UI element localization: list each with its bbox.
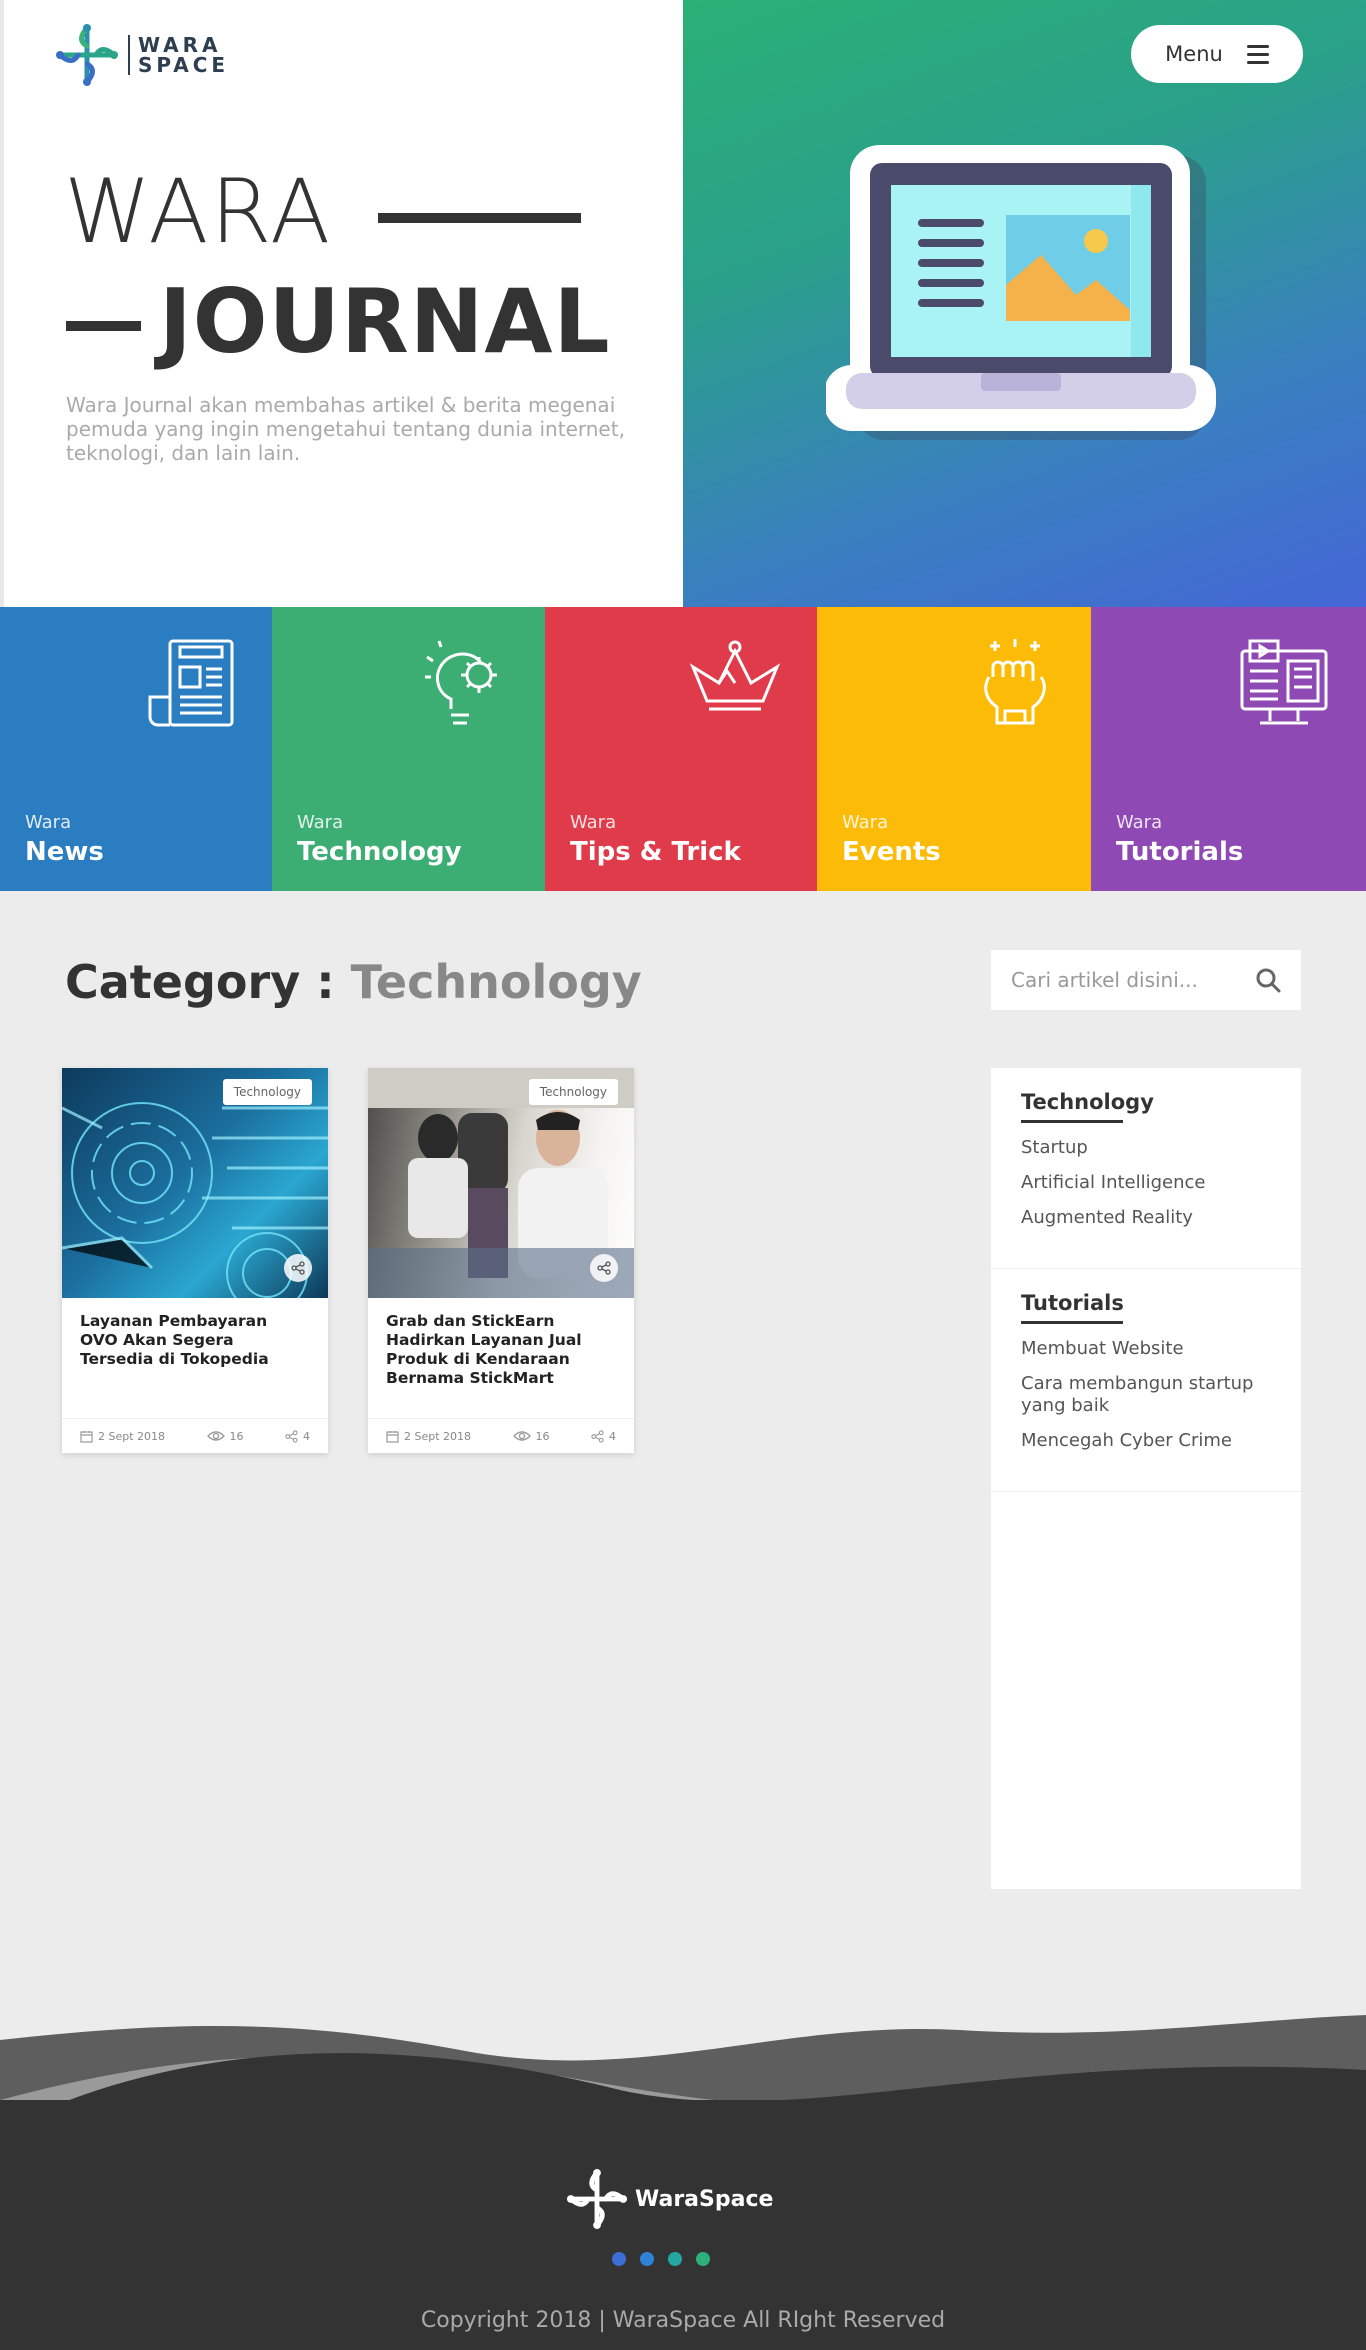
- hamburger-icon: [1246, 44, 1269, 64]
- search-input[interactable]: [1011, 968, 1255, 992]
- hero-title-light: WARA: [64, 160, 333, 263]
- sidebar-link-membangun-startup[interactable]: Cara membangun startup yang baik: [1021, 1373, 1271, 1417]
- footer-dot: [668, 2252, 682, 2266]
- computer-icon: [1240, 639, 1328, 725]
- hero-left-panel: WARA SPACE WARA JOURNAL Wara Journal aka…: [0, 0, 683, 607]
- copyright-text: Copyright 2018 | WaraSpace All RIght Res…: [420, 2308, 946, 2333]
- hero-title-dash-2: [66, 321, 141, 331]
- calendar-icon: [80, 1430, 93, 1443]
- share-button[interactable]: [590, 1254, 618, 1282]
- tile-sub: Wara: [25, 812, 72, 833]
- waraspace-logo-icon: [56, 24, 118, 86]
- search-box: [991, 950, 1301, 1010]
- article-views: 16: [512, 1429, 550, 1443]
- article-date-text: 2 Sept 2018: [98, 1429, 166, 1443]
- footer: WaraSpace Copyright 2018 | WaraSpace All…: [0, 2100, 1366, 2350]
- sidebar-section-title: Tutorials: [1021, 1291, 1124, 1315]
- tile-name: Tutorials: [1116, 837, 1244, 867]
- logo[interactable]: WARA SPACE: [54, 22, 229, 88]
- article-shares-count: 4: [303, 1429, 310, 1443]
- menu-label: Menu: [1165, 42, 1223, 66]
- logo-text: WARA SPACE: [128, 35, 229, 75]
- tile-news[interactable]: Wara News: [0, 607, 272, 891]
- sidebar: Technology Startup Artificial Intelligen…: [991, 1068, 1301, 1889]
- footer-dots: [612, 2252, 710, 2266]
- tile-name: Technology: [297, 837, 462, 867]
- article-shares-count: 4: [609, 1429, 616, 1443]
- sidebar-link-artificial-intelligence[interactable]: Artificial Intelligence: [1021, 1172, 1271, 1194]
- share-icon: [597, 1261, 611, 1275]
- tile-sub: Wara: [1116, 812, 1163, 833]
- share-icon: [285, 1429, 298, 1443]
- sidebar-underline: [1021, 1120, 1123, 1123]
- article-card[interactable]: Technology Grab dan StickEarn Hadirkan L…: [368, 1068, 634, 1453]
- article-card[interactable]: Technology Layanan Pembayaran OVO Akan S…: [62, 1068, 328, 1453]
- tile-technology[interactable]: Wara Technology: [272, 607, 545, 891]
- article-image: Technology: [368, 1068, 634, 1298]
- tile-sub: Wara: [842, 812, 889, 833]
- fist-icon: [984, 639, 1046, 725]
- share-icon: [291, 1261, 305, 1275]
- category-title: Category : Technology: [65, 955, 642, 1009]
- lightbulb-gear-icon: [425, 640, 497, 725]
- calendar-icon: [386, 1430, 399, 1443]
- article-meta: 2 Sept 2018 16 4: [62, 1418, 328, 1453]
- tile-sub: Wara: [297, 812, 344, 833]
- footer-dot: [640, 2252, 654, 2266]
- menu-button[interactable]: Menu: [1131, 25, 1303, 83]
- sidebar-link-cyber-crime[interactable]: Mencegah Cyber Crime: [1021, 1430, 1271, 1452]
- eye-icon: [512, 1431, 531, 1441]
- waraspace-logo-icon: [566, 2168, 628, 2230]
- laptop-illustration: [826, 145, 1216, 440]
- eye-icon: [206, 1431, 225, 1441]
- sidebar-section-technology: Technology Startup Artificial Intelligen…: [991, 1068, 1301, 1269]
- footer-dot: [612, 2252, 626, 2266]
- article-views-count: 16: [535, 1429, 550, 1443]
- article-tag[interactable]: Technology: [528, 1079, 618, 1105]
- category-tiles: Wara News Wara Technology Wara Tips & Tr…: [0, 607, 1366, 891]
- tile-events[interactable]: Wara Events: [817, 607, 1091, 891]
- sidebar-link-membuat-website[interactable]: Membuat Website: [1021, 1338, 1271, 1360]
- footer-dot: [696, 2252, 710, 2266]
- sidebar-link-augmented-reality[interactable]: Augmented Reality: [1021, 1207, 1271, 1229]
- article-shares: 4: [285, 1430, 310, 1443]
- footer-logo[interactable]: WaraSpace: [565, 2167, 773, 2231]
- crown-icon: [689, 640, 781, 711]
- share-icon: [591, 1429, 604, 1443]
- tile-name: News: [25, 837, 104, 867]
- tile-name: Tips & Trick: [570, 837, 741, 867]
- sidebar-section-title: Technology: [1021, 1090, 1154, 1114]
- hero-title-bold: JOURNAL: [159, 270, 611, 373]
- tile-name: Events: [842, 837, 941, 867]
- article-shares: 4: [591, 1430, 616, 1443]
- tile-sub: Wara: [570, 812, 617, 833]
- category-label: Category :: [65, 955, 335, 1009]
- footer-brand-name: WaraSpace: [635, 2186, 774, 2212]
- sidebar-link-startup[interactable]: Startup: [1021, 1137, 1271, 1159]
- article-tag[interactable]: Technology: [222, 1079, 312, 1105]
- article-date: 2 Sept 2018: [386, 1430, 471, 1443]
- article-meta: 2 Sept 2018 16 4: [368, 1418, 634, 1453]
- category-value: Technology: [350, 955, 642, 1009]
- search-icon[interactable]: [1255, 967, 1281, 993]
- newspaper-icon: [148, 639, 234, 727]
- article-views: 16: [206, 1429, 244, 1443]
- hero-description: Wara Journal akan membahas artikel & ber…: [66, 393, 625, 465]
- logo-line1: WARA: [138, 33, 222, 57]
- article-title[interactable]: Layanan Pembayaran OVO Akan Segera Terse…: [62, 1298, 328, 1418]
- hero-title-dash: [378, 213, 581, 223]
- sidebar-underline: [1021, 1321, 1123, 1324]
- share-button[interactable]: [284, 1254, 312, 1282]
- logo-line2: SPACE: [138, 53, 230, 77]
- article-image: Technology: [62, 1068, 328, 1298]
- article-date-text: 2 Sept 2018: [404, 1429, 472, 1443]
- article-title[interactable]: Grab dan StickEarn Hadirkan Layanan Jual…: [368, 1298, 634, 1418]
- article-views-count: 16: [229, 1429, 244, 1443]
- sidebar-section-tutorials: Tutorials Membuat Website Cara membangun…: [991, 1269, 1301, 1492]
- article-date: 2 Sept 2018: [80, 1430, 165, 1443]
- hero: WARA SPACE WARA JOURNAL Wara Journal aka…: [0, 0, 1366, 607]
- tile-tutorials[interactable]: Wara Tutorials: [1091, 607, 1366, 891]
- tile-tips-trick[interactable]: Wara Tips & Trick: [545, 607, 817, 891]
